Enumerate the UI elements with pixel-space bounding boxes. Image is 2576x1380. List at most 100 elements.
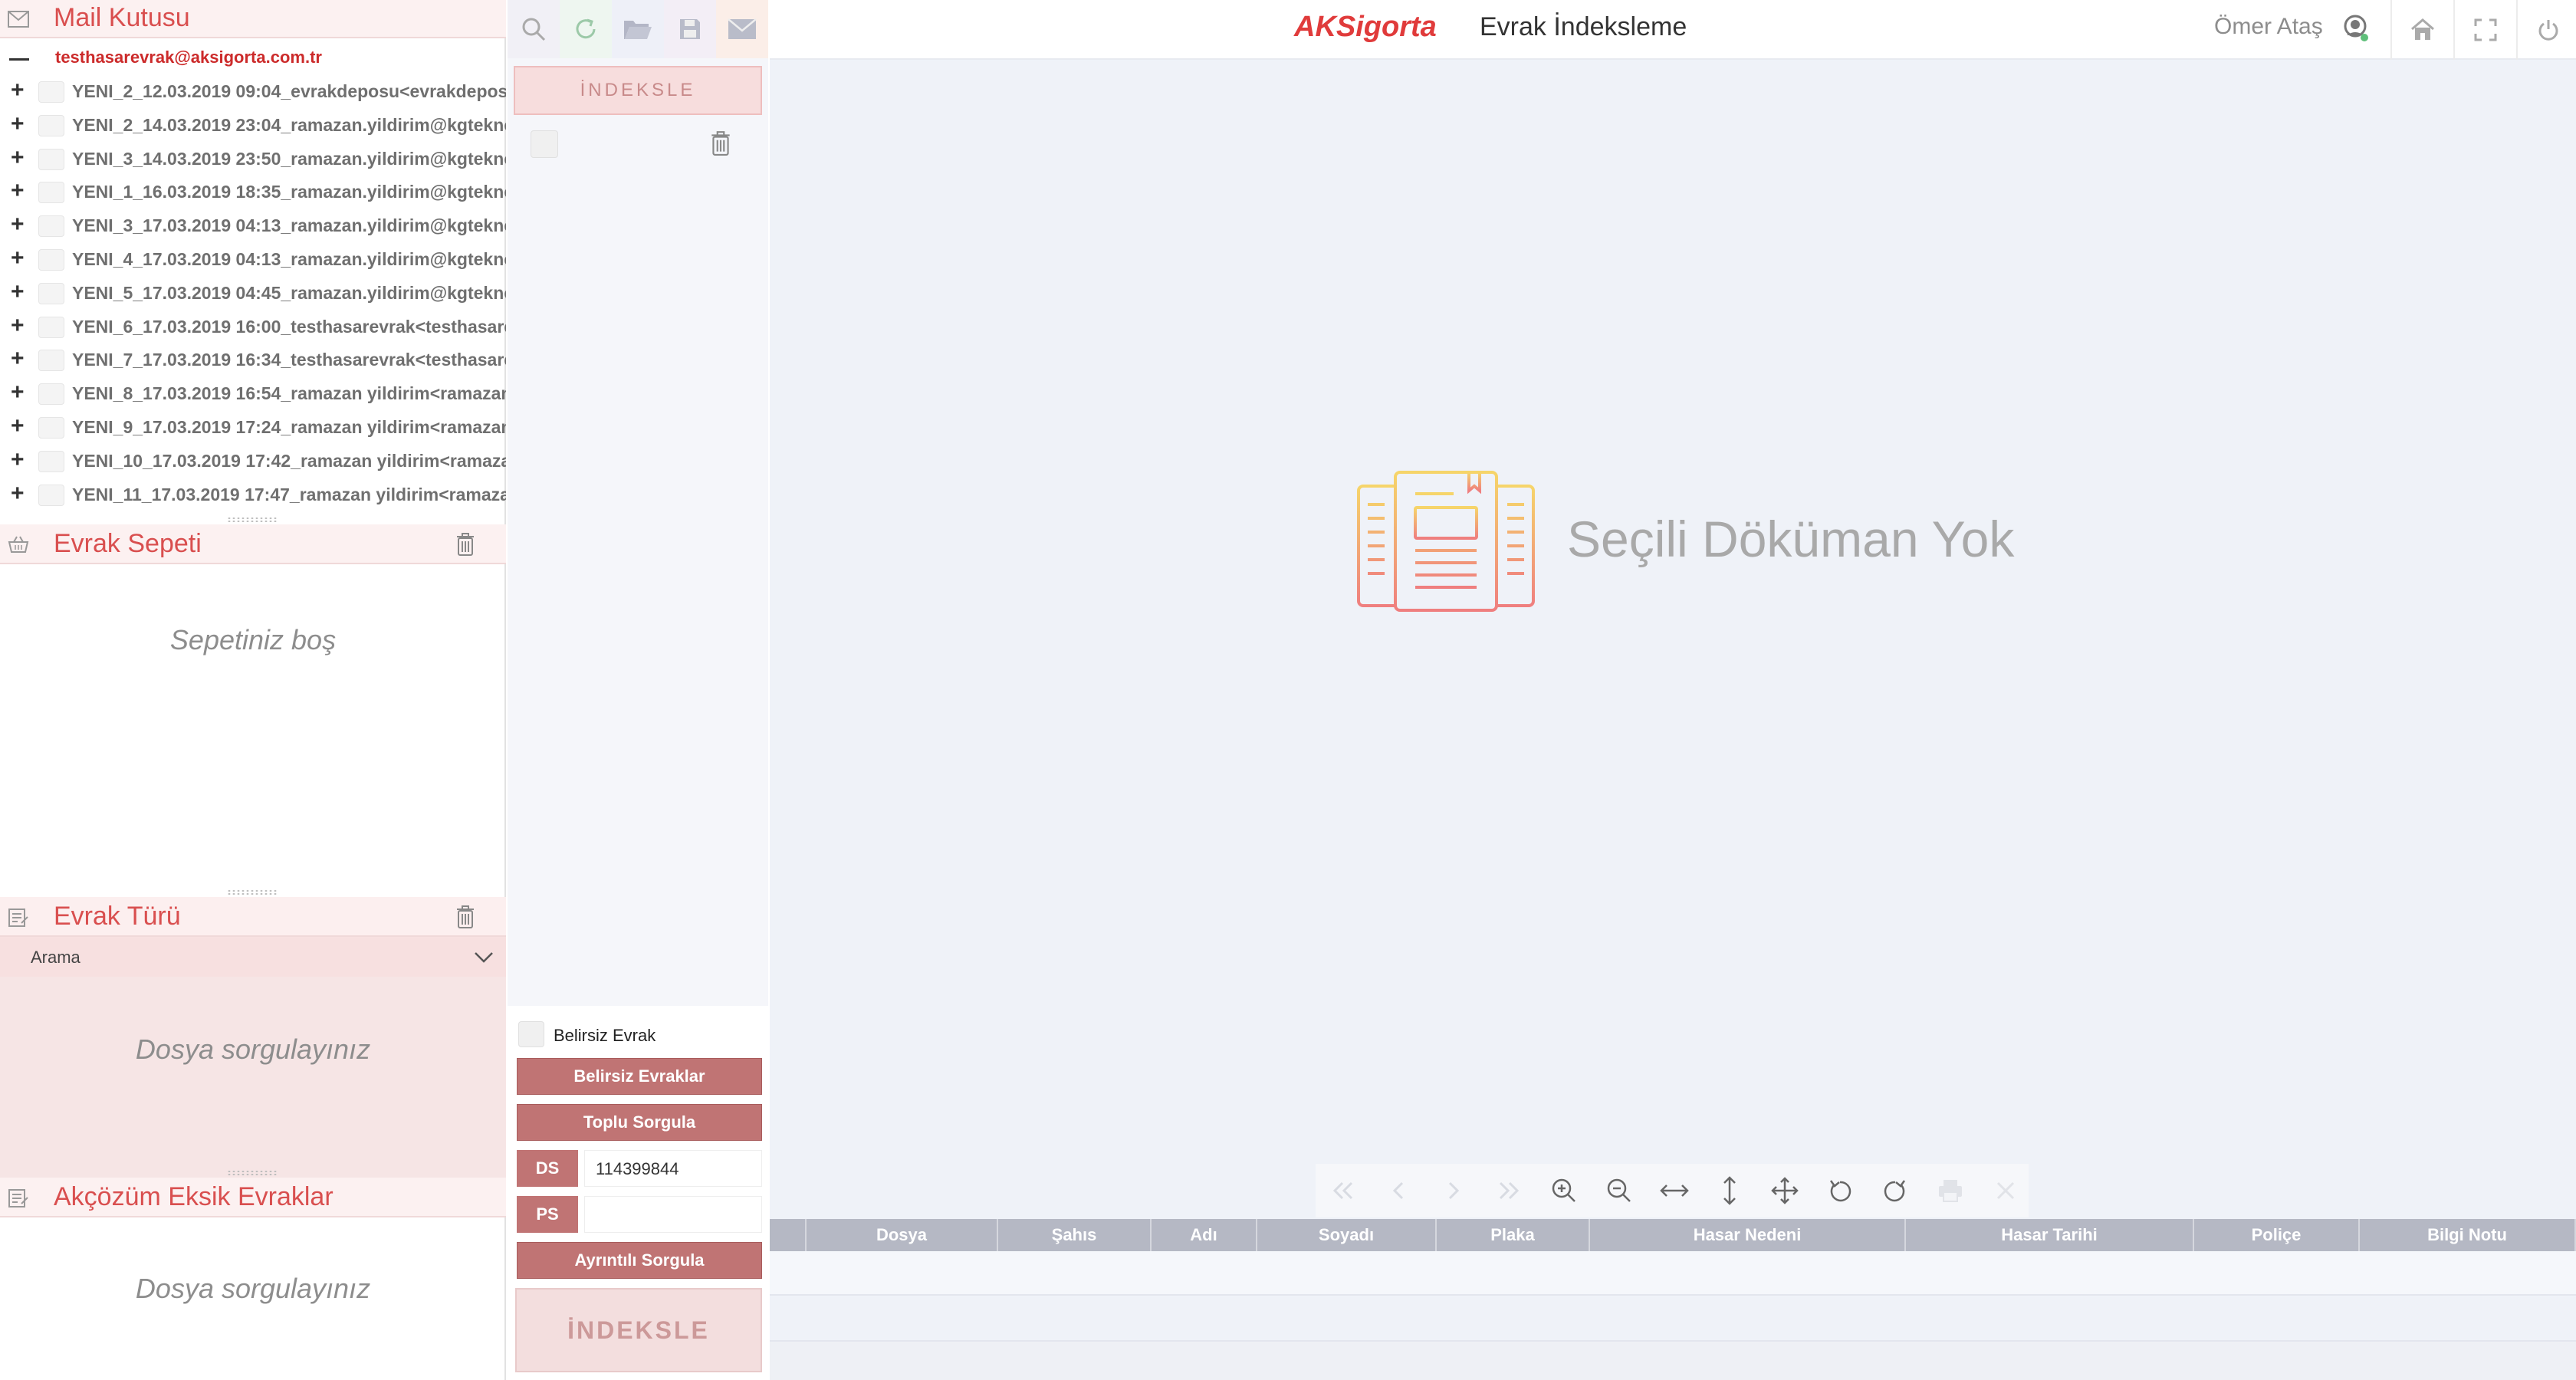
mail-item-checkbox[interactable]	[38, 81, 64, 103]
expand-icon[interactable]: +	[11, 246, 25, 269]
trash-icon[interactable]	[710, 130, 731, 156]
grid-column-header[interactable]: Şahıs	[998, 1219, 1152, 1251]
mail-list-item[interactable]: + YENI_2_14.03.2019 23:04_ramazan.yildiri…	[0, 107, 506, 141]
select-all-checkbox[interactable]	[531, 130, 558, 158]
trash-icon[interactable]	[455, 905, 475, 929]
mail-item-checkbox[interactable]	[38, 248, 64, 271]
fit-width-button[interactable]	[1647, 1164, 1702, 1217]
chevron-down-icon[interactable]	[472, 946, 495, 968]
avatar-icon[interactable]	[2340, 14, 2371, 44]
mail-list-item[interactable]: + YENI_6_17.03.2019 16:00_testhasarevrak<…	[0, 309, 506, 343]
rotate-right-icon	[1883, 1178, 1907, 1204]
left-sidebar: Mail Kutusu testhasarevrak@aksigorta.com…	[0, 0, 506, 1380]
list-doc-icon	[8, 908, 29, 928]
expand-icon[interactable]: +	[11, 179, 25, 202]
mail-list-item[interactable]: + YENI_7_17.03.2019 16:34_testhasarevrak<…	[0, 342, 506, 376]
mail-button[interactable]	[716, 0, 768, 58]
mail-list-item[interactable]: + YENI_3_17.03.2019 04:13_ramazan.yildiri…	[0, 208, 506, 242]
mail-item-checkbox[interactable]	[38, 215, 64, 238]
mail-item-checkbox[interactable]	[38, 450, 64, 472]
expand-icon[interactable]: +	[11, 448, 25, 471]
collapse-icon[interactable]	[9, 58, 29, 61]
expand-icon[interactable]: +	[11, 146, 25, 169]
first-page-button[interactable]	[1316, 1164, 1371, 1217]
home-icon	[2410, 18, 2435, 41]
save-button[interactable]	[664, 0, 716, 58]
documents-illustration-icon	[1354, 468, 1538, 613]
mail-list-item[interactable]: + YENI_4_17.03.2019 04:13_ramazan.yildiri…	[0, 242, 506, 275]
home-button[interactable]	[2392, 0, 2453, 60]
expand-icon[interactable]: +	[11, 280, 25, 303]
pan-button[interactable]	[1757, 1164, 1812, 1217]
refresh-button[interactable]	[560, 0, 612, 58]
grid-column-header[interactable]: Hasar Nedeni	[1590, 1219, 1906, 1251]
expand-icon[interactable]: +	[11, 414, 25, 437]
detailed-query-button[interactable]: Ayrıntılı Sorgula	[517, 1242, 762, 1279]
mail-list-item[interactable]: + YENI_9_17.03.2019 17:24_ramazan yildiri…	[0, 409, 506, 443]
mail-item-checkbox[interactable]	[38, 282, 64, 304]
mail-list-item[interactable]: + YENI_5_17.03.2019 04:45_ramazan.yildiri…	[0, 275, 506, 309]
fullscreen-button[interactable]	[2455, 0, 2516, 60]
resize-handle[interactable]	[227, 889, 278, 895]
mail-item-subject: YENI_8_17.03.2019 16:54_ramazan yildirim…	[72, 383, 506, 404]
mail-item-checkbox[interactable]	[38, 114, 64, 136]
mail-list-item[interactable]: + YENI_10_17.03.2019 17:42_ramazan yildir…	[0, 443, 506, 477]
grid-column-header[interactable]: Poliçe	[2194, 1219, 2360, 1251]
mail-item-checkbox[interactable]	[38, 182, 64, 204]
index-button-bottom[interactable]: İNDEKSLE	[515, 1288, 762, 1372]
brand-logo: AKSigorta	[1294, 11, 1437, 43]
unknown-docs-button[interactable]: Belirsiz Evraklar	[517, 1058, 762, 1095]
bulk-query-button[interactable]: Toplu Sorgula	[517, 1104, 762, 1141]
print-icon	[1937, 1178, 1963, 1203]
open-folder-button[interactable]	[612, 0, 664, 58]
mail-list-item[interactable]: + YENI_11_17.03.2019 17:47_ramazan yildir…	[0, 477, 506, 511]
expand-icon[interactable]: +	[11, 381, 25, 404]
expand-icon[interactable]: +	[11, 79, 25, 102]
rotate-left-button[interactable]	[1812, 1164, 1868, 1217]
grid-column-header[interactable]: Soyadı	[1257, 1219, 1437, 1251]
doc-type-search[interactable]: Arama	[0, 937, 506, 977]
rotate-right-button[interactable]	[1868, 1164, 1923, 1217]
mail-item-checkbox[interactable]	[38, 316, 64, 338]
mail-item-checkbox[interactable]	[38, 350, 64, 372]
mail-list-item[interactable]: + YENI_3_14.03.2019 23:50_ramazan.yildiri…	[0, 141, 506, 175]
fit-height-button[interactable]	[1702, 1164, 1757, 1217]
mail-item-checkbox[interactable]	[38, 484, 64, 506]
mail-item-checkbox[interactable]	[38, 383, 64, 406]
expand-icon[interactable]: +	[11, 213, 25, 236]
last-page-button[interactable]	[1481, 1164, 1536, 1217]
expand-icon[interactable]: +	[11, 481, 25, 504]
grid-column-header[interactable]: Dosya	[807, 1219, 998, 1251]
grid-column-header[interactable]: Hasar Tarihi	[1906, 1219, 2194, 1251]
user-name[interactable]: Ömer Ataş	[2214, 14, 2323, 40]
chevron-left-icon	[1391, 1181, 1406, 1200]
ps-input[interactable]	[584, 1196, 762, 1233]
mail-item-checkbox[interactable]	[38, 416, 64, 439]
mail-list-item[interactable]: + YENI_1_16.03.2019 18:35_ramazan.yildiri…	[0, 174, 506, 208]
resize-handle[interactable]	[227, 1170, 278, 1176]
resize-handle[interactable]	[227, 517, 278, 523]
grid-column-header[interactable]: Adı	[1152, 1219, 1257, 1251]
next-page-button[interactable]	[1426, 1164, 1481, 1217]
expand-icon[interactable]: +	[11, 347, 25, 370]
search-button[interactable]	[508, 0, 560, 58]
prev-page-button[interactable]	[1371, 1164, 1426, 1217]
zoom-out-button[interactable]	[1592, 1164, 1647, 1217]
mail-list-item[interactable]: + YENI_2_12.03.2019 09:04_evrakdeposu<evr…	[0, 74, 506, 107]
zoom-in-button[interactable]	[1536, 1164, 1592, 1217]
logout-button[interactable]	[2518, 0, 2576, 60]
unknown-doc-checkbox[interactable]	[518, 1021, 544, 1047]
grid-column-header[interactable]	[770, 1219, 807, 1251]
grid-column-header[interactable]: Plaka	[1437, 1219, 1590, 1251]
ds-input[interactable]: 114399844	[584, 1150, 762, 1187]
close-button[interactable]	[1978, 1164, 2033, 1217]
mail-account-row[interactable]: testhasarevrak@aksigorta.com.tr	[0, 40, 506, 74]
print-button[interactable]	[1923, 1164, 1978, 1217]
expand-icon[interactable]: +	[11, 112, 25, 135]
mail-item-checkbox[interactable]	[38, 148, 64, 170]
grid-column-header[interactable]: Bilgi Notu	[2360, 1219, 2576, 1251]
index-button-top[interactable]: İNDEKSLE	[514, 66, 762, 115]
mail-list-item[interactable]: + YENI_8_17.03.2019 16:54_ramazan yildiri…	[0, 376, 506, 409]
expand-icon[interactable]: +	[11, 314, 25, 337]
trash-icon[interactable]	[455, 532, 475, 557]
